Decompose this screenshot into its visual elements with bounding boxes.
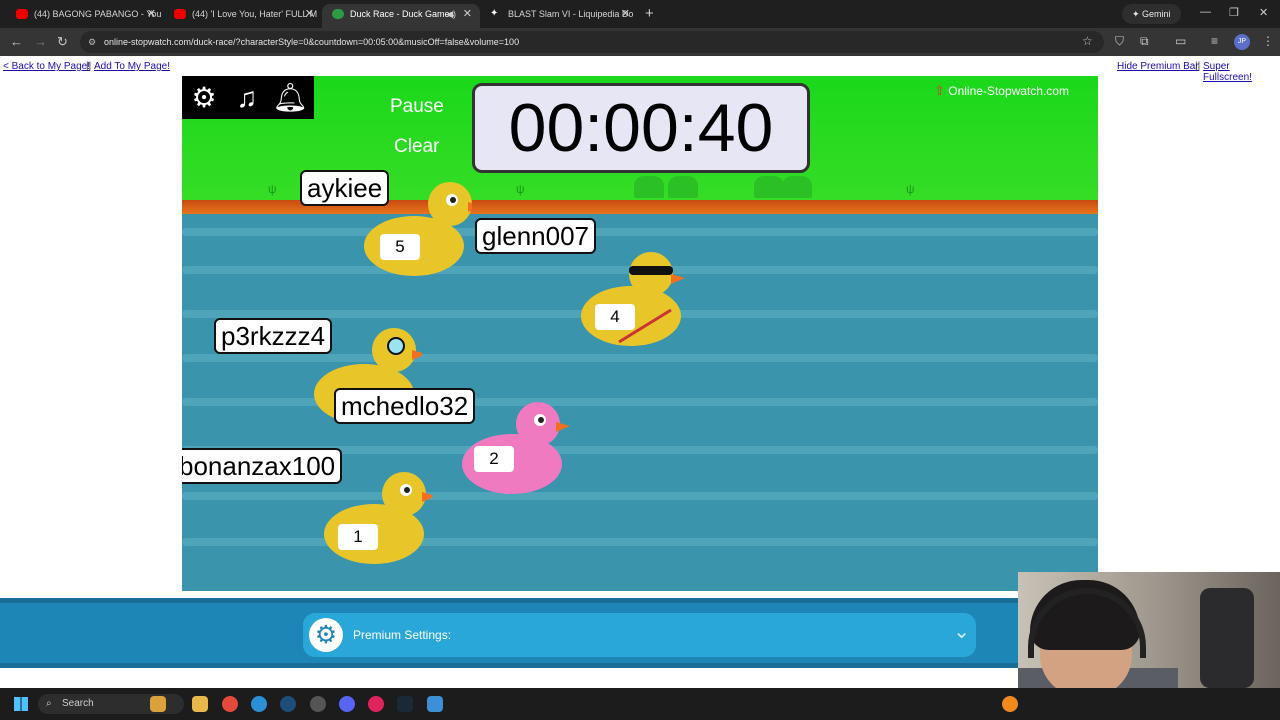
racer-number: 2 (474, 446, 514, 472)
extensions-icon[interactable]: ⧉ (1140, 34, 1149, 49)
windows-start-icon[interactable] (14, 697, 28, 711)
race-timer: 00:00:40 (472, 83, 810, 173)
duck-icon (581, 252, 685, 346)
browser-tab-bar: (44) BAGONG PABANGO - You ✕ (44) 'I Love… (0, 0, 1280, 28)
duck-race-game[interactable]: ψ ψ ψ ψ ⚙ ♫ 🔔︎ Pause Clear 00:00:40 ⇧ On… (182, 76, 1098, 591)
racer-name: mchedlo32 (334, 388, 476, 424)
media-player-icon[interactable] (368, 696, 384, 712)
add-to-my-page-link[interactable]: Add To My Page! (94, 61, 170, 72)
close-icon[interactable]: ✕ (621, 4, 630, 24)
cast-icon[interactable]: ▭ (1175, 34, 1186, 48)
back-to-my-page-link[interactable]: < Back to My Page! (3, 61, 90, 72)
racer-number: 1 (338, 524, 378, 550)
youtube-icon (174, 9, 186, 19)
site-info-icon[interactable]: ⚙ (88, 31, 96, 53)
tab-i-love-you-hater[interactable]: (44) 'I Love You, Hater' FULL M ✕ (164, 4, 322, 28)
arrow-logo-icon: ⇧ (934, 83, 945, 98)
tray-app-icon[interactable] (1002, 696, 1018, 712)
file-explorer-icon[interactable] (192, 696, 208, 712)
menu-kebab-icon[interactable]: ⋮ (1262, 34, 1274, 48)
gemini-label: Gemini (1142, 9, 1171, 19)
reload-icon[interactable]: ↻ (57, 34, 68, 50)
taskbar-widget-icon[interactable] (150, 696, 166, 712)
bush (668, 176, 698, 198)
pause-button[interactable]: Pause (390, 96, 444, 118)
settings-gear-icon[interactable]: ⚙ (184, 80, 224, 116)
steam-client-icon[interactable] (397, 696, 413, 712)
grass-tuft: ψ (516, 182, 525, 196)
bush (754, 176, 784, 198)
hide-premium-bar-link[interactable]: Hide Premium Bar (1117, 61, 1199, 72)
racer-name: bonanzax100 (182, 448, 343, 484)
duck-race-icon (332, 9, 344, 19)
premium-settings-label: Premium Settings: (353, 628, 452, 642)
url-text: online-stopwatch.com/duck-race/?characte… (104, 37, 520, 47)
webcam-overlay (1018, 572, 1280, 688)
search-icon: ⌕ (46, 698, 52, 709)
bush (634, 176, 664, 198)
grass-tuft: ψ (906, 182, 915, 196)
shield-extension-icon[interactable]: ⛉ (1115, 34, 1124, 49)
music-icon[interactable]: ♫ (227, 80, 267, 116)
url-field[interactable]: ⚙ online-stopwatch.com/duck-race/?charac… (80, 31, 1104, 53)
address-bar-row: ← → ↻ ⚙ online-stopwatch.com/duck-race/?… (0, 28, 1280, 56)
media-icon[interactable]: ≡ (1211, 34, 1218, 48)
taskbar-search-label: Search (62, 698, 94, 709)
premium-settings-toggle[interactable]: ⚙ Premium Settings: ⌄ (303, 613, 976, 657)
profile-avatar[interactable]: JP (1234, 34, 1250, 50)
app-icon[interactable] (310, 696, 326, 712)
clear-button[interactable]: Clear (394, 136, 439, 158)
online-stopwatch-logo[interactable]: ⇧ Online-Stopwatch.com (934, 83, 1069, 99)
racer-number: 4 (595, 304, 635, 330)
tab-title: (44) BAGONG PABANGO - You (34, 9, 162, 19)
edge-icon[interactable] (251, 696, 267, 712)
discord-icon[interactable] (339, 696, 355, 712)
gear-icon: ⚙ (309, 618, 343, 652)
restore-icon[interactable]: ❐ (1229, 6, 1239, 19)
new-tab-button[interactable]: + (645, 5, 654, 22)
back-icon[interactable]: ← (10, 34, 23, 49)
wave (182, 228, 1098, 236)
racer-name: glenn007 (475, 218, 596, 254)
windows-taskbar: ⌕ Search (0, 688, 1280, 720)
gaming-chair (1200, 588, 1254, 688)
tab-title: Duck Race - Duck Games (350, 9, 455, 19)
tab-bagong-pabango[interactable]: (44) BAGONG PABANGO - You ✕ (6, 4, 164, 28)
tab-duck-race[interactable]: Duck Race - Duck Games ◀) ✕ (322, 4, 480, 28)
super-fullscreen-link[interactable]: Super Fullscreen! (1203, 61, 1280, 83)
speaker-icon[interactable]: ◀) (446, 4, 456, 24)
racer-name: p3rkzzz4 (214, 318, 333, 354)
grass-tuft: ψ (268, 182, 277, 196)
forward-icon[interactable]: → (34, 34, 47, 49)
youtube-icon (16, 9, 28, 19)
steam-icon[interactable] (280, 696, 296, 712)
tab-blast-slam[interactable]: ✦ BLAST Slam VI - Liquipedia Do ✕ (480, 4, 638, 28)
close-icon[interactable]: ✕ (463, 4, 472, 24)
link-separator: || (1195, 61, 1201, 72)
duck-icon (462, 402, 570, 494)
close-window-icon[interactable]: ✕ (1259, 6, 1268, 19)
tab-title: (44) 'I Love You, Hater' FULL M (192, 9, 318, 19)
chrome-icon[interactable] (222, 696, 238, 712)
notepad-icon[interactable] (427, 696, 443, 712)
minimize-icon[interactable]: — (1200, 6, 1211, 18)
gemini-button[interactable]: ✦ Gemini (1122, 4, 1181, 24)
brand-text: Online-Stopwatch.com (948, 84, 1069, 98)
close-icon[interactable]: ✕ (147, 4, 156, 24)
close-icon[interactable]: ✕ (305, 4, 314, 24)
racer-number: 5 (380, 234, 420, 260)
racer-name: aykiee (300, 170, 390, 206)
game-controls: ⚙ ♫ 🔔︎ (182, 76, 314, 119)
link-separator: || (86, 61, 92, 72)
bookmark-star-icon[interactable]: ☆ (1082, 34, 1093, 48)
liquipedia-icon: ✦ (490, 8, 499, 19)
chevron-down-icon[interactable]: ⌄ (953, 619, 970, 644)
bell-sound-icon[interactable]: 🔔︎ (270, 80, 310, 116)
gemini-icon: ✦ (1132, 9, 1143, 19)
tab-title: BLAST Slam VI - Liquipedia Do (508, 9, 634, 19)
bush (782, 176, 812, 198)
